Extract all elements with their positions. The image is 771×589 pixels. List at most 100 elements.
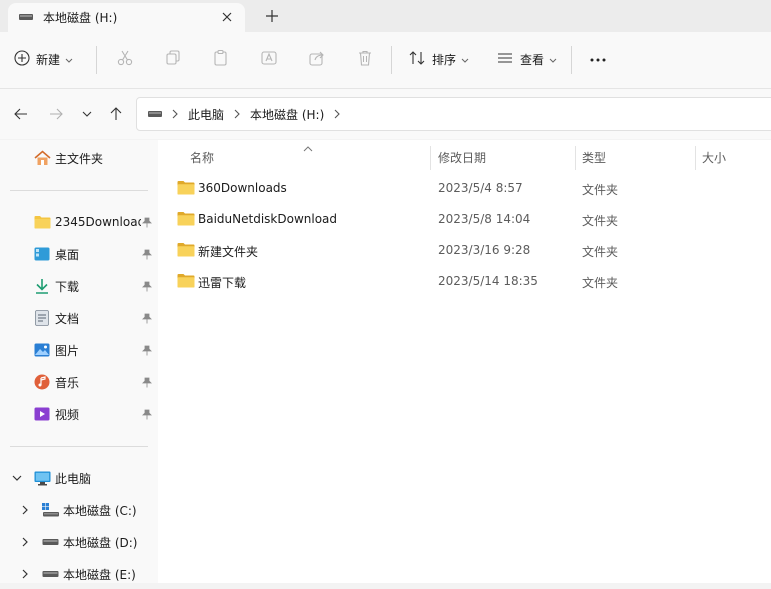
sidebar-item-desktop[interactable]: 桌面 [0, 239, 158, 269]
address-bar[interactable]: 此电脑 本地磁盘 (H:) [136, 97, 771, 131]
sidebar-item-drive-d[interactable]: 本地磁盘 (D:) [0, 527, 158, 557]
pin-icon[interactable] [141, 216, 153, 228]
sort-button[interactable]: 排序 [408, 42, 469, 76]
sidebar-item-label: 此电脑 [55, 471, 92, 486]
sidebar-item-this-pc[interactable]: 此电脑 [0, 463, 158, 493]
pin-icon[interactable] [141, 376, 153, 388]
share-button[interactable] [308, 42, 326, 76]
home-icon [33, 149, 51, 167]
view-button[interactable]: 查看 [496, 42, 557, 76]
sidebar-item-downloads[interactable]: 下载 [0, 271, 158, 301]
table-row[interactable]: 360Downloads 2023/5/4 8:57 文件夹 [170, 174, 760, 204]
computer-icon [33, 469, 51, 487]
sidebar-item-label: 本地磁盘 (D:) [63, 535, 138, 550]
sidebar-item-label: 视频 [55, 407, 80, 422]
file-name: BaiduNetdiskDownload [198, 212, 338, 226]
table-row[interactable]: 迅雷下载 2023/5/14 18:35 文件夹 [170, 267, 760, 297]
pin-icon[interactable] [141, 248, 153, 260]
chevron-down-icon [65, 52, 73, 66]
new-button[interactable]: 新建 [14, 42, 73, 76]
up-arrow-icon[interactable] [107, 105, 125, 123]
chevron-right-icon[interactable] [334, 109, 341, 119]
column-type[interactable]: 类型 [582, 149, 606, 166]
rename-button[interactable] [260, 42, 278, 76]
chevron-down-icon[interactable] [8, 469, 26, 487]
chevron-down-icon [549, 52, 557, 66]
sidebar-item-documents[interactable]: 文档 [0, 303, 158, 333]
column-date-modified[interactable]: 修改日期 [438, 149, 486, 166]
sidebar-item-pictures[interactable]: 图片 [0, 335, 158, 365]
column-header: 名称 修改日期 类型 大小 [158, 140, 771, 172]
chevron-right-icon[interactable] [234, 109, 240, 119]
close-icon[interactable] [219, 9, 235, 25]
chevron-right-icon[interactable] [16, 501, 34, 519]
scissors-icon [116, 49, 134, 70]
pin-icon[interactable] [141, 408, 153, 420]
recent-locations-chevron-icon[interactable] [78, 105, 96, 123]
chevron-right-icon[interactable] [16, 533, 34, 551]
breadcrumb-local-disk-h[interactable]: 本地磁盘 (H:) [250, 106, 324, 123]
chevron-right-icon[interactable] [16, 565, 34, 583]
column-name[interactable]: 名称 [190, 149, 214, 166]
pin-icon[interactable] [141, 280, 153, 292]
tab-title: 本地磁盘 (H:) [43, 11, 118, 25]
sidebar-item-label: 本地磁盘 (E:) [63, 567, 136, 582]
forward-arrow-icon[interactable] [47, 105, 65, 123]
sidebar-item-label: 图片 [55, 343, 80, 358]
more-options-button[interactable] [589, 42, 607, 76]
copy-icon [164, 49, 182, 70]
sidebar-item-label: 音乐 [55, 375, 80, 390]
sidebar-item-label: 本地磁盘 (C:) [63, 503, 137, 518]
file-date: 2023/3/16 9:28 [438, 243, 531, 257]
sidebar-item-label: 2345Downloads [55, 215, 141, 229]
new-button-label: 新建 [36, 52, 61, 67]
pin-icon[interactable] [141, 344, 153, 356]
drive-icon [41, 565, 59, 583]
more-dots-icon [589, 52, 607, 66]
sidebar-item-drive-e[interactable]: 本地磁盘 (E:) [0, 559, 158, 589]
sidebar-item-home[interactable]: 主文件夹 [0, 143, 158, 173]
delete-button[interactable] [356, 42, 374, 76]
cut-button[interactable] [116, 42, 134, 76]
sidebar-item-label: 桌面 [55, 247, 80, 262]
copy-button[interactable] [164, 42, 182, 76]
music-icon [33, 373, 51, 391]
chevron-right-icon[interactable] [172, 109, 178, 119]
clipboard-icon [212, 49, 230, 70]
new-tab-icon[interactable] [264, 8, 280, 24]
sidebar-item-music[interactable]: 音乐 [0, 367, 158, 397]
navigation-pane: 主文件夹 2345Downloads 桌面 下载 文档 [0, 140, 158, 583]
column-divider[interactable] [575, 146, 576, 170]
drive-icon [148, 110, 162, 118]
toolbar-divider [571, 46, 572, 74]
file-list: 名称 修改日期 类型 大小 360Downloads 2023/5/4 8:57… [158, 140, 771, 583]
tab-local-disk-h[interactable]: 本地磁盘 (H:) [8, 3, 245, 32]
sort-arrows-icon [408, 49, 426, 70]
trash-icon [356, 49, 374, 70]
column-size[interactable]: 大小 [702, 149, 726, 166]
download-icon [33, 277, 51, 295]
sidebar-item-videos[interactable]: 视频 [0, 399, 158, 429]
sidebar-item-label: 下载 [55, 279, 80, 294]
file-name: 迅雷下载 [198, 276, 247, 290]
pin-icon[interactable] [141, 312, 153, 324]
file-date: 2023/5/8 14:04 [438, 212, 531, 226]
system-drive-icon [41, 501, 59, 519]
table-row[interactable]: BaiduNetdiskDownload 2023/5/8 14:04 文件夹 [170, 205, 760, 235]
column-divider[interactable] [430, 146, 431, 170]
column-divider[interactable] [695, 146, 696, 170]
table-row[interactable]: 新建文件夹 2023/3/16 9:28 文件夹 [170, 236, 760, 266]
list-view-icon [496, 49, 514, 70]
paste-button[interactable] [212, 42, 230, 76]
toolbar-divider [391, 46, 392, 74]
folder-icon [177, 273, 195, 289]
breadcrumb-this-pc[interactable]: 此电脑 [188, 106, 224, 123]
back-arrow-icon[interactable] [12, 105, 30, 123]
rename-icon [260, 49, 278, 70]
sidebar-item-drive-c[interactable]: 本地磁盘 (C:) [0, 495, 158, 525]
sidebar-item-label: 文档 [55, 311, 80, 326]
file-name: 新建文件夹 [198, 245, 259, 259]
sidebar-item-2345downloads[interactable]: 2345Downloads [0, 207, 158, 237]
file-date: 2023/5/14 18:35 [438, 274, 538, 288]
picture-icon [33, 341, 51, 359]
